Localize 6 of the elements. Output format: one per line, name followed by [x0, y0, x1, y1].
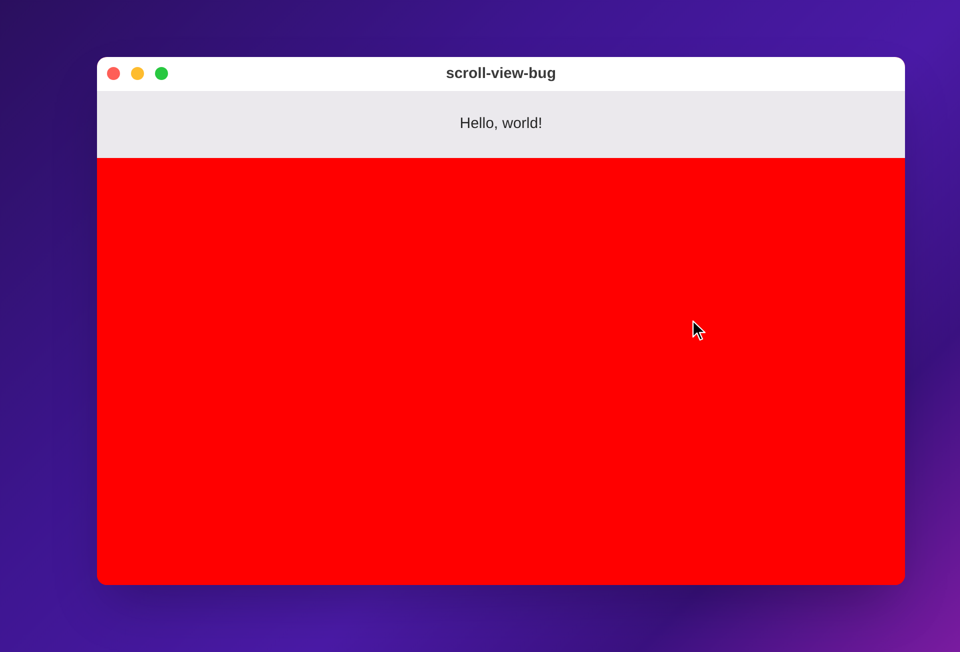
zoom-button[interactable] [155, 67, 168, 80]
mouse-pointer-icon [692, 320, 706, 342]
greeting-text: Hello, world! [460, 114, 542, 134]
window-title: scroll-view-bug [446, 64, 556, 84]
minimize-button[interactable] [131, 67, 144, 80]
close-button[interactable] [107, 67, 120, 80]
